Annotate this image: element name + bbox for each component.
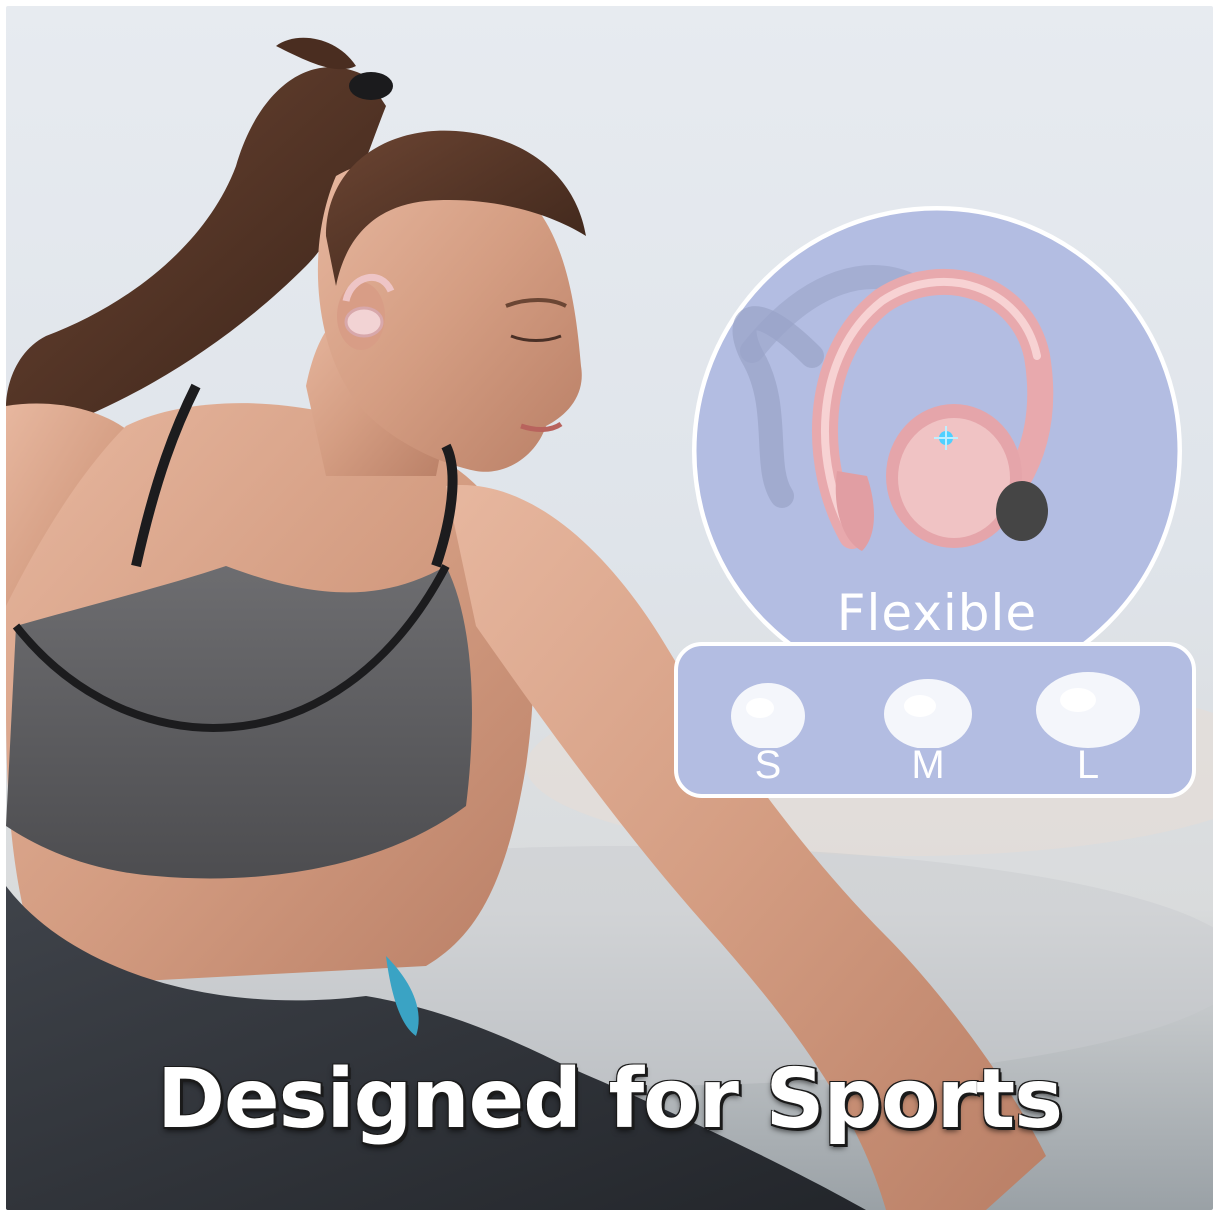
flexible-label: Flexible bbox=[836, 584, 1038, 642]
ear-tip-medium-icon bbox=[884, 679, 972, 749]
ear-tips-panel: S M L bbox=[674, 642, 1196, 798]
ear-tip-size-label: L bbox=[1076, 743, 1100, 787]
product-image-frame: Flexible S M L bbox=[6, 6, 1213, 1210]
ear-tip-small: S bbox=[708, 668, 828, 788]
flexible-earbud-badge: Flexible bbox=[692, 206, 1182, 696]
ear-tip-medium: M bbox=[868, 668, 988, 788]
ear-tip-size-label: M bbox=[911, 743, 945, 787]
headline: Designed for Sports bbox=[156, 1052, 1063, 1147]
ear-tip-large-icon bbox=[1036, 672, 1140, 748]
ear-tip-size-label: S bbox=[754, 743, 782, 787]
ear-tip-large: L bbox=[1028, 668, 1148, 788]
ear-tip-small-icon bbox=[731, 683, 805, 749]
